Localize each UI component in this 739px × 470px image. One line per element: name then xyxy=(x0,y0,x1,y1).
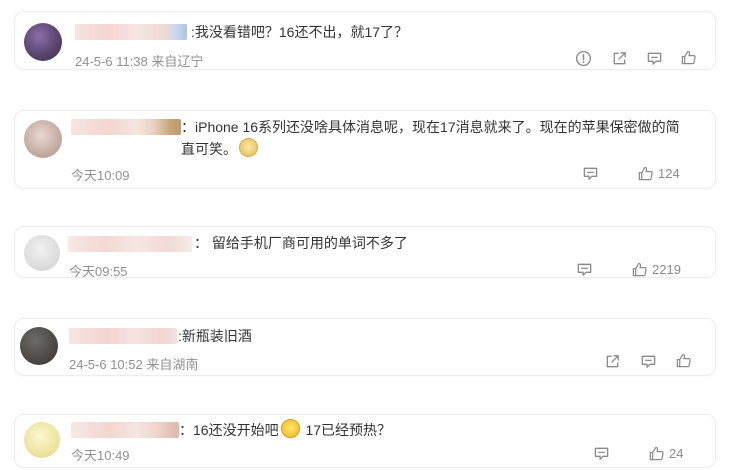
share-icon xyxy=(611,50,628,67)
thumbs-up-icon xyxy=(631,261,648,278)
share-button[interactable] xyxy=(604,353,621,370)
like-count: 2219 xyxy=(652,262,681,277)
username-mosaic[interactable] xyxy=(69,328,177,344)
like-button[interactable]: 2219 xyxy=(631,261,681,278)
username-mosaic[interactable] xyxy=(71,422,179,438)
comment-text: ： 留给手机厂商可用的单词不多了 xyxy=(194,235,408,251)
avatar[interactable] xyxy=(24,235,60,271)
comment-meta: 24-5-6 11:38 来自辽宁 xyxy=(75,54,204,69)
username-mosaic[interactable] xyxy=(68,236,192,252)
thumbs-up-icon xyxy=(675,352,692,369)
thumbs-up-icon xyxy=(680,49,697,66)
avatar[interactable] xyxy=(24,120,62,158)
comment-meta: 24-5-6 10:52 来自湖南 xyxy=(69,357,199,372)
comment-text-part: 17已经预热？ xyxy=(301,422,392,438)
like-count: 24 xyxy=(669,446,684,461)
avatar[interactable] xyxy=(24,23,62,61)
reply-button[interactable] xyxy=(646,50,663,67)
like-button[interactable]: 24 xyxy=(648,445,683,462)
reply-button[interactable] xyxy=(593,445,610,462)
avatar[interactable] xyxy=(24,422,60,458)
comment-meta: 今天09:55 xyxy=(69,264,128,279)
reply-button[interactable] xyxy=(640,353,657,370)
like-button[interactable]: 124 xyxy=(637,165,680,182)
reply-icon xyxy=(593,445,610,462)
thumbs-up-icon xyxy=(637,165,654,182)
thumbs-up-icon xyxy=(648,445,665,462)
comment-card: ：16还没开始吧 17已经预热？ 今天10:49 24 xyxy=(14,414,716,468)
report-button[interactable] xyxy=(575,50,592,67)
like-button[interactable] xyxy=(680,49,697,66)
share-button[interactable] xyxy=(611,50,628,67)
avatar[interactable] xyxy=(20,327,58,365)
comment-text: :我没看错吧？16还不出，就17了？ xyxy=(191,24,409,40)
reply-icon xyxy=(582,165,599,182)
reply-button[interactable] xyxy=(582,165,599,182)
reply-button[interactable] xyxy=(576,261,593,278)
share-icon xyxy=(604,353,621,370)
like-count: 124 xyxy=(658,166,680,181)
laugh-cry-emoji xyxy=(280,419,300,438)
comment-text: ：iPhone 16系列还没啥具体消息呢，现在17消息就来了。现在的苹果保密做的… xyxy=(181,117,686,160)
comment-text: :新瓶装旧酒 xyxy=(178,328,252,344)
report-icon xyxy=(575,50,592,67)
reply-icon xyxy=(640,353,657,370)
comment-card: :我没看错吧？16还不出，就17了？ 24-5-6 11:38 来自辽宁 xyxy=(14,11,716,70)
reply-icon xyxy=(646,50,663,67)
doge-emoji xyxy=(239,138,258,157)
comment-card: ： 留给手机厂商可用的单词不多了 今天09:55 2219 xyxy=(14,226,716,279)
comment-meta: 今天10:09 xyxy=(71,168,130,183)
comment-meta: 今天10:49 xyxy=(71,448,130,463)
comment-text: ：16还没开始吧 17已经预热？ xyxy=(179,419,391,441)
like-button[interactable] xyxy=(675,352,692,369)
comment-card: ：iPhone 16系列还没啥具体消息呢，现在17消息就来了。现在的苹果保密做的… xyxy=(14,110,716,189)
reply-icon xyxy=(576,261,593,278)
username-mosaic[interactable] xyxy=(71,119,181,135)
username-mosaic[interactable] xyxy=(75,24,187,40)
comment-card: :新瓶装旧酒 24-5-6 10:52 来自湖南 xyxy=(14,318,716,376)
comment-text-part: ：16还没开始吧 xyxy=(179,422,279,438)
